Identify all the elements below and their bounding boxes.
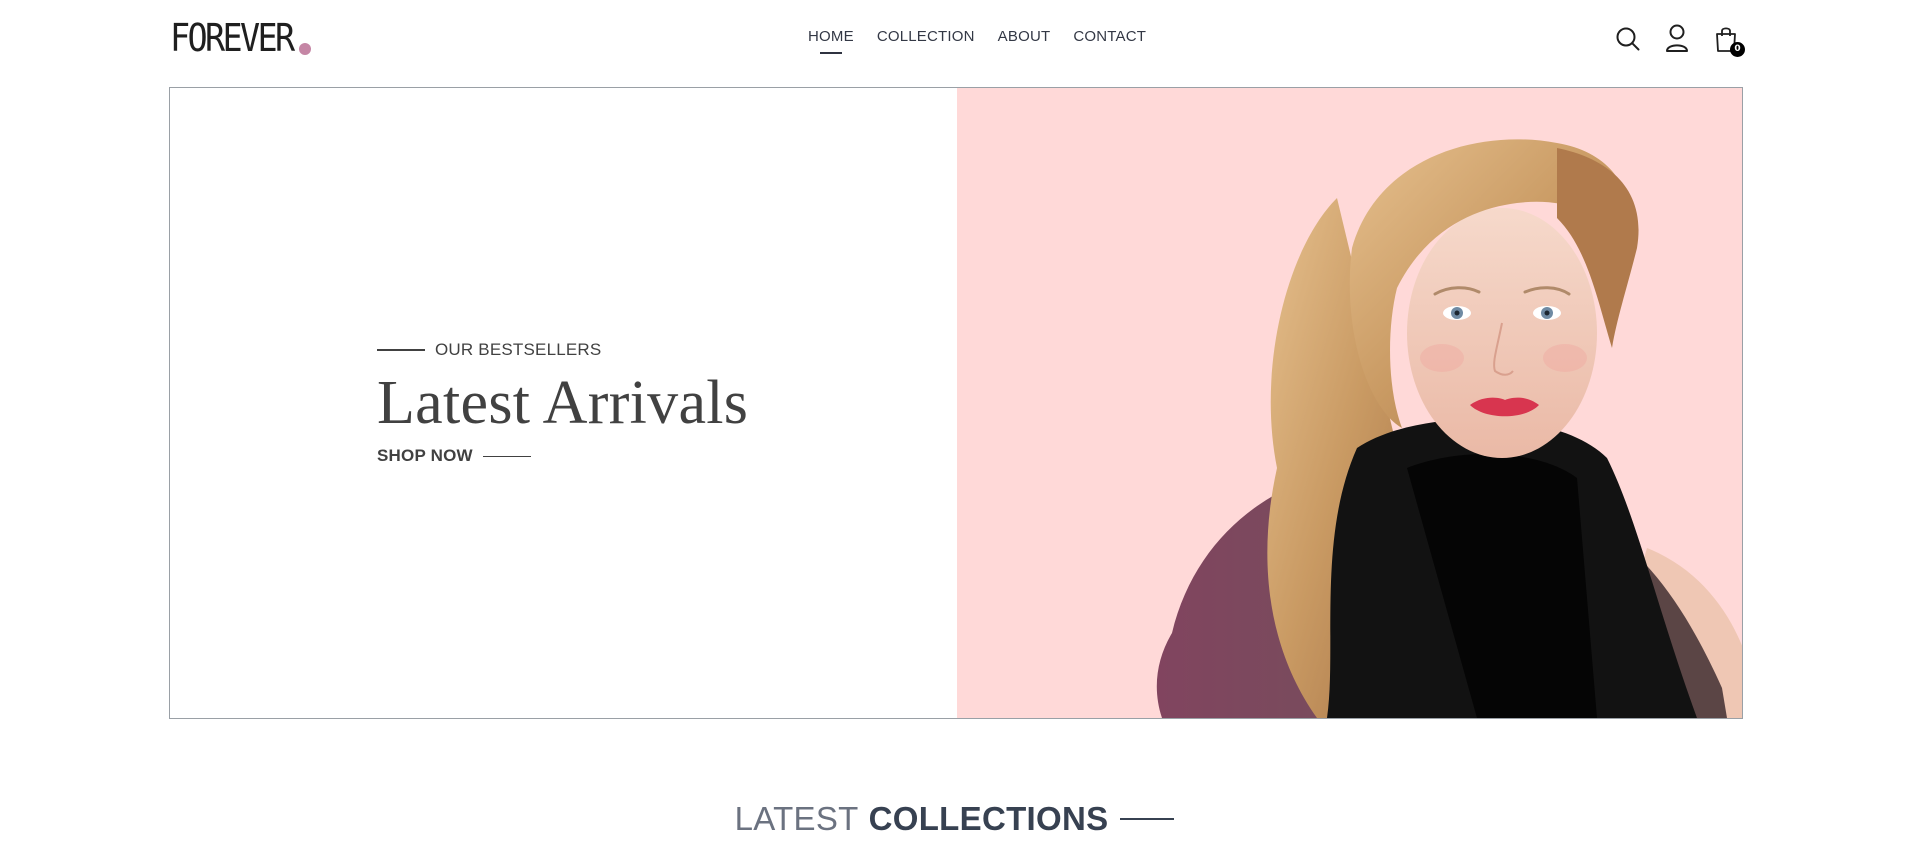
section-title-bold: COLLECTIONS	[868, 800, 1109, 837]
search-icon	[1616, 27, 1640, 51]
nav-link-contact[interactable]: CONTACT	[1073, 28, 1146, 45]
nav-link-label: HOME	[808, 28, 854, 45]
brand-logo-text: FOREVER	[170, 16, 295, 60]
navbar: FOREVER HOME COLLECTION ABOUT CONTACT 0	[170, 0, 1745, 80]
hero-model-image	[1156, 139, 1742, 718]
shop-now-label: SHOP NOW	[377, 446, 473, 465]
nav-link-collection[interactable]: COLLECTION	[877, 28, 975, 45]
nav-link-label: CONTACT	[1073, 28, 1147, 45]
hero-eyebrow: OUR BESTSELLERS	[377, 340, 748, 360]
brand-logo-dot	[299, 43, 312, 55]
search-button[interactable]	[1615, 24, 1641, 54]
brand-logo[interactable]: FOREVER	[170, 16, 312, 60]
latest-collections-heading: LATEST COLLECTIONS	[0, 800, 1909, 838]
hero-eyebrow-text: OUR BESTSELLERS	[435, 340, 602, 359]
hero-banner: OUR BESTSELLERS Latest Arrivals SHOP NOW	[169, 87, 1743, 719]
shop-now-button[interactable]: SHOP NOW	[377, 446, 748, 466]
nav-link-label: COLLECTION	[876, 28, 975, 45]
hero-image-panel	[956, 88, 1742, 718]
eyebrow-line	[377, 349, 425, 351]
nav-link-home[interactable]: HOME	[808, 28, 854, 54]
section-title-line	[1120, 818, 1175, 820]
hero-copy: OUR BESTSELLERS Latest Arrivals SHOP NOW	[377, 340, 748, 466]
cart-count-badge: 0	[1730, 42, 1745, 57]
cart-button[interactable]: 0	[1713, 24, 1745, 57]
nav-link-label: ABOUT	[997, 28, 1051, 45]
shop-now-line	[482, 455, 531, 457]
main-nav: HOME COLLECTION ABOUT CONTACT	[808, 28, 1146, 54]
active-nav-indicator	[819, 52, 842, 54]
hero-title: Latest Arrivals	[377, 369, 749, 437]
page: FOREVER HOME COLLECTION ABOUT CONTACT 0 …	[0, 0, 1909, 852]
nav-icon-group: 0	[1615, 24, 1745, 57]
section-title-light: LATEST	[734, 800, 859, 837]
nav-link-about[interactable]: ABOUT	[998, 28, 1051, 45]
profile-button[interactable]	[1664, 24, 1690, 54]
profile-icon	[1666, 24, 1688, 52]
hero-text-panel: OUR BESTSELLERS Latest Arrivals SHOP NOW	[170, 88, 957, 718]
